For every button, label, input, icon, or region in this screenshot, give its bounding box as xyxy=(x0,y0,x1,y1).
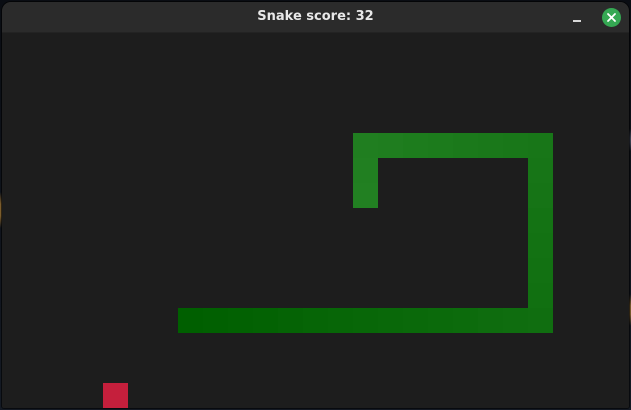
close-icon[interactable] xyxy=(602,8,621,27)
snake-segment xyxy=(428,133,453,158)
snake-segment xyxy=(353,158,378,183)
window-titlebar[interactable]: Snake score: 32 xyxy=(2,2,629,33)
snake-segment xyxy=(478,133,503,158)
snake-segment xyxy=(503,133,528,158)
minimize-icon[interactable] xyxy=(568,8,586,26)
snake-segment xyxy=(378,308,403,333)
snake-segment xyxy=(528,258,553,283)
snake-segment xyxy=(228,308,253,333)
snake-segment xyxy=(528,233,553,258)
snake-segment xyxy=(328,308,353,333)
snake-segment xyxy=(528,308,553,333)
snake-segment xyxy=(353,133,378,158)
snake-segment xyxy=(528,133,553,158)
snake-segment xyxy=(303,308,328,333)
snake-head xyxy=(353,183,378,208)
snake-segment xyxy=(428,308,453,333)
snake-segment xyxy=(528,183,553,208)
snake-segment xyxy=(253,308,278,333)
snake-segment xyxy=(378,133,403,158)
snake-segment xyxy=(178,308,203,333)
snake-segment xyxy=(478,308,503,333)
snake-segment xyxy=(278,308,303,333)
snake-segment xyxy=(453,308,478,333)
snake-segment xyxy=(503,308,528,333)
snake-segment xyxy=(528,158,553,183)
snake-segment xyxy=(528,283,553,308)
snake-segment xyxy=(353,308,378,333)
snake-segment xyxy=(528,208,553,233)
game-board[interactable] xyxy=(2,33,629,408)
snake-segment xyxy=(453,133,478,158)
snake-segment xyxy=(203,308,228,333)
window-title: Snake score: 32 xyxy=(257,9,374,24)
snake-game-window: Snake score: 32 xyxy=(2,2,629,408)
snake-segment xyxy=(403,308,428,333)
food-pellet xyxy=(103,383,128,408)
snake-segment xyxy=(403,133,428,158)
close-x-glyph xyxy=(607,13,616,22)
